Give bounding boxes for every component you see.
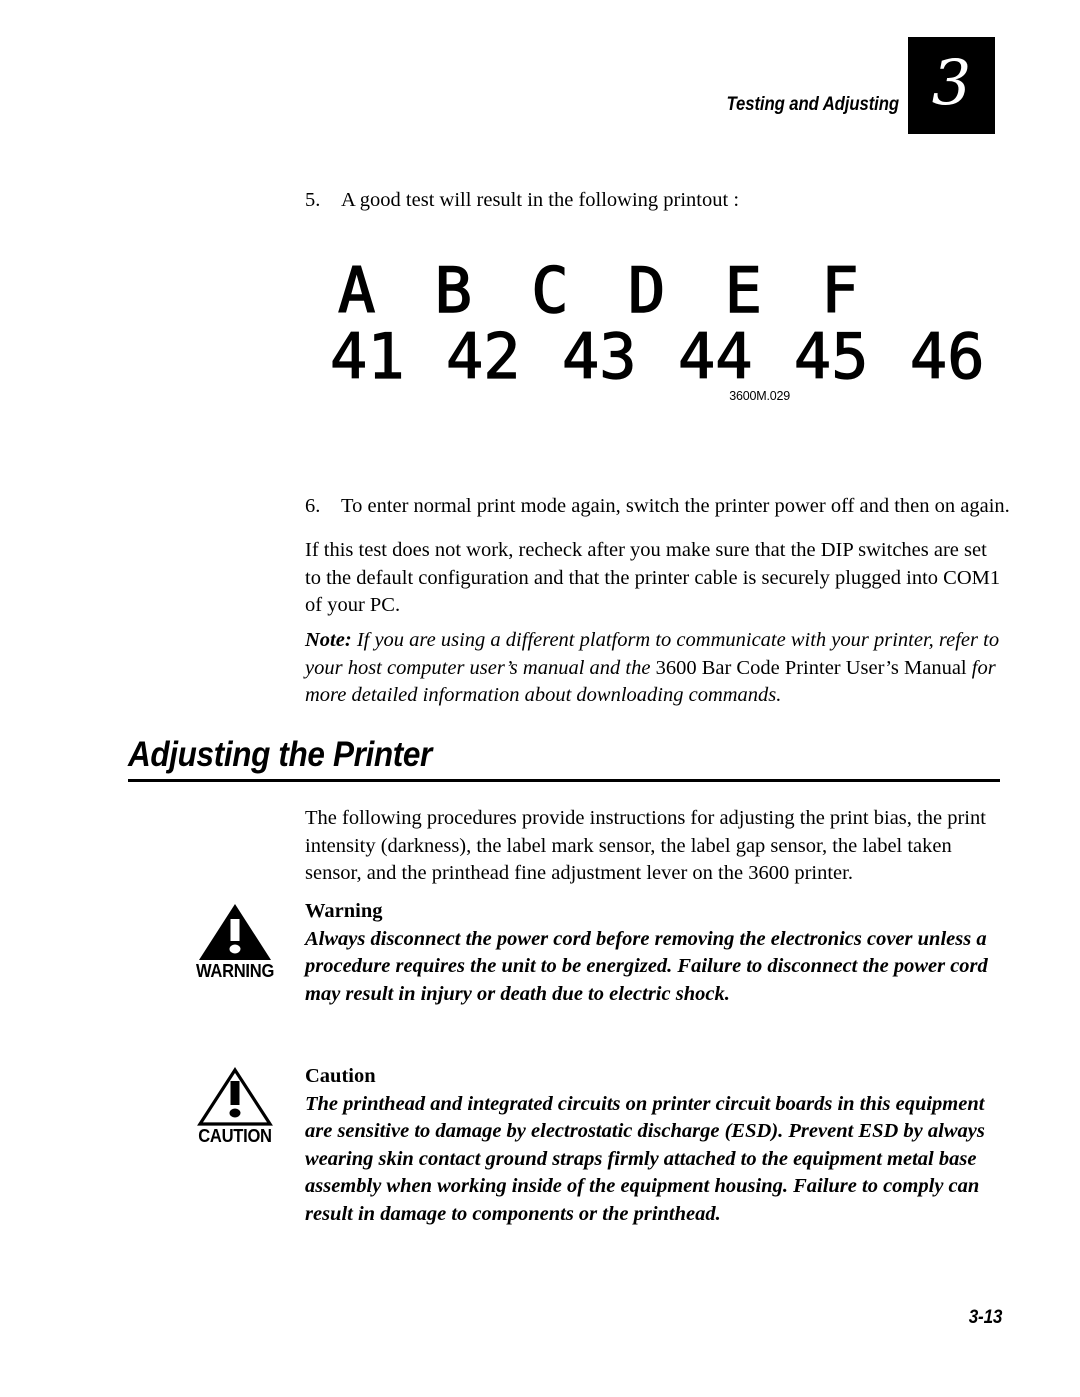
list-item-step-5: 5. A good test will result in the follow… — [305, 187, 1041, 215]
list-item-step-6: 6. To enter normal print mode again, swi… — [305, 493, 1041, 521]
paragraph-intro: The following procedures provide instruc… — [305, 807, 986, 884]
caution-admonition: CAUTION Caution The printhead and integr… — [190, 1063, 1005, 1228]
section-divider — [128, 779, 1000, 782]
caution-text: The printhead and integrated circuits on… — [305, 1092, 985, 1225]
caution-icon-group: CAUTION — [190, 1067, 280, 1147]
step-5-text: A good test will result in the following… — [341, 189, 740, 211]
caution-body: Caution The printhead and integrated cir… — [305, 1063, 1005, 1228]
paragraph-note: Note: If you are using a different platf… — [305, 627, 1005, 710]
chapter-number: 3 — [931, 46, 972, 119]
section-heading: Adjusting the Printer — [128, 735, 432, 774]
printout-numbers-row: 41 42 43 44 45 46 — [329, 320, 985, 393]
note-label: Note: — [305, 629, 352, 651]
warning-admonition: WARNING Warning Always disconnect the po… — [190, 898, 1005, 1008]
running-header-title: Testing and Adjusting — [726, 94, 900, 115]
figure-caption: 3600M.029 — [729, 389, 790, 403]
warning-icon-label: WARNING — [195, 961, 275, 981]
chapter-number-box: 3 — [908, 37, 995, 134]
printout-sample-figure: A B C D E F 41 42 43 44 45 46 3600M.029 — [329, 257, 985, 413]
page-header: Testing and Adjusting 3 — [0, 37, 995, 134]
printout-letters-row: A B C D E F — [337, 254, 870, 327]
page-number: 3-13 — [968, 1307, 1002, 1328]
step-6-number: 6. — [305, 494, 321, 517]
caution-title: Caution — [305, 1065, 376, 1087]
section-heading-group: Adjusting the Printer — [128, 735, 1000, 782]
warning-text: Always disconnect the power cord before … — [305, 927, 988, 1005]
warning-title: Warning — [305, 900, 383, 922]
note-manual-title: 3600 Bar Code Printer User’s Manual — [655, 656, 967, 679]
warning-body: Warning Always disconnect the power cord… — [305, 898, 1005, 1008]
step-6-text: To enter normal print mode again, switch… — [341, 494, 1010, 517]
warning-icon-group: WARNING — [190, 902, 280, 982]
caution-triangle-icon — [197, 1067, 273, 1126]
warning-triangle-icon — [199, 904, 271, 960]
paragraph-recheck: If this test does not work, recheck afte… — [305, 539, 1001, 616]
caution-icon-label: CAUTION — [198, 1126, 272, 1146]
step-5-number: 5. — [305, 189, 321, 211]
